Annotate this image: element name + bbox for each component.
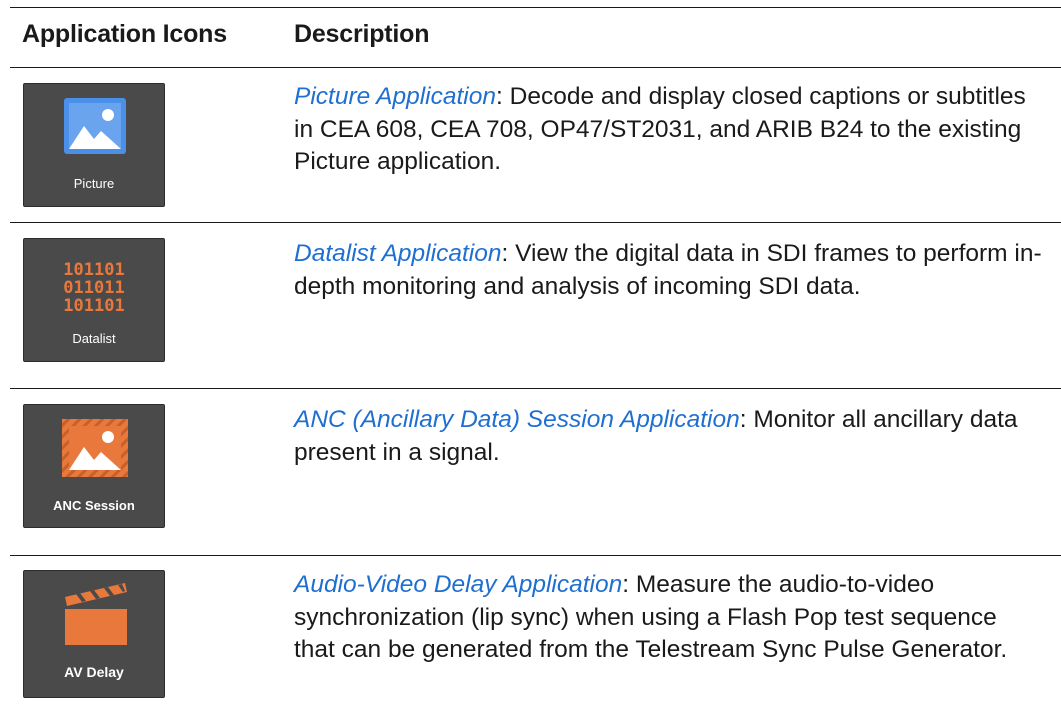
row-description: Datalist Application: View the digital d… bbox=[294, 238, 1044, 303]
row-description: Picture Application: Decode and display … bbox=[294, 81, 1044, 179]
icon-caption: Datalist bbox=[72, 331, 116, 346]
audio-video-delay-application-link[interactable]: Audio-Video Delay Application bbox=[294, 571, 622, 598]
table-row: AV Delay Audio-Video Delay Application: … bbox=[0, 555, 1061, 714]
table-row: 101101 011011 101101 Datalist Datalist A… bbox=[0, 222, 1061, 388]
table-top-rule bbox=[10, 7, 1061, 8]
picture-application-link[interactable]: Picture Application bbox=[294, 83, 496, 110]
anc-session-app-icon: ANC Session bbox=[23, 404, 165, 528]
table-row: ANC Session ANC (Ancillary Data) Session… bbox=[0, 388, 1061, 555]
icon-caption: Picture bbox=[73, 176, 115, 191]
picture-app-icon: Picture bbox=[23, 83, 165, 207]
anc-session-application-link[interactable]: ANC (Ancillary Data) Session Application bbox=[294, 406, 740, 433]
datalist-application-link[interactable]: Datalist Application bbox=[294, 240, 501, 267]
column-header-application-icons: Application Icons bbox=[22, 20, 227, 48]
column-header-description: Description bbox=[294, 20, 430, 48]
table-row: Picture Picture Application: Decode and … bbox=[0, 67, 1061, 222]
binary-line: 011011 bbox=[63, 278, 125, 298]
datalist-app-icon: 101101 011011 101101 Datalist bbox=[23, 238, 165, 362]
icon-caption: AV Delay bbox=[64, 664, 124, 680]
binary-data-icon: 101101 011011 101101 bbox=[24, 261, 164, 315]
row-description: Audio-Video Delay Application: Measure t… bbox=[294, 569, 1044, 667]
av-delay-app-icon: AV Delay bbox=[23, 570, 165, 698]
binary-line: 101101 bbox=[63, 296, 125, 316]
row-description: ANC (Ancillary Data) Session Application… bbox=[294, 404, 1044, 469]
icon-caption: ANC Session bbox=[53, 498, 135, 513]
binary-line: 101101 bbox=[63, 260, 125, 280]
